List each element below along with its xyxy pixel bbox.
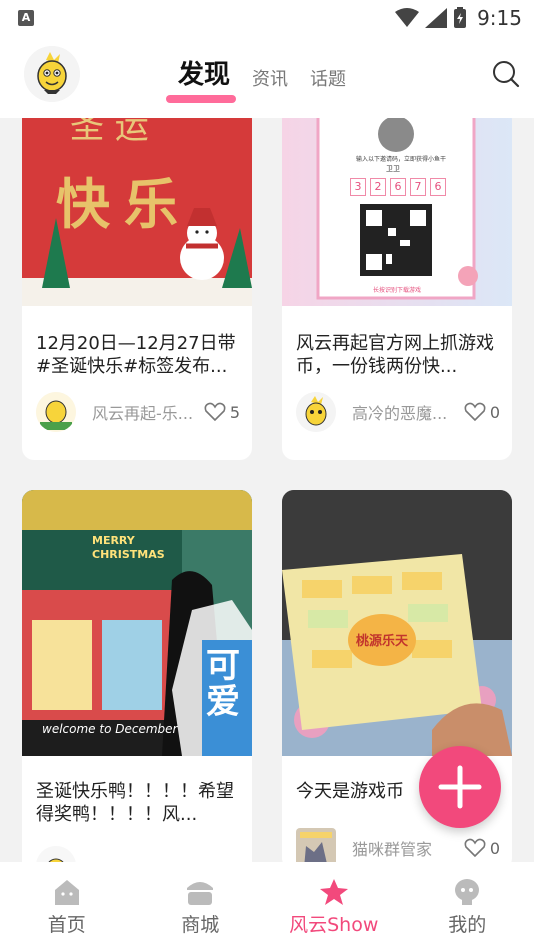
author-avatar[interactable] (296, 392, 336, 432)
invite-poster-image (282, 118, 512, 306)
nav-profile-label: 我的 (448, 914, 487, 936)
status-icons: 9:15 (395, 6, 522, 30)
profile-icon (455, 879, 480, 905)
invite-code-digit: 2 (370, 178, 386, 196)
heart-icon (464, 402, 486, 422)
invite-code-digit: 6 (390, 178, 406, 196)
nav-show-label: 风云Show (289, 914, 379, 936)
svg-text:圣 运: 圣 运 (70, 118, 149, 147)
active-tab-underline (166, 95, 237, 103)
card-image[interactable]: 桃源乐天 (282, 490, 512, 756)
mascot-avatar-icon (36, 846, 76, 862)
search-icon (493, 61, 520, 88)
star-icon (319, 879, 348, 905)
feed-card[interactable]: 输入以下邀请码，立即获得小鱼干 卫卫 3 2 6 7 6 长按识别下载游戏 风云… (282, 118, 512, 460)
like-count: 5 (229, 402, 240, 422)
header-tabs: 发现 资讯 话题 (166, 54, 346, 103)
cat-avatar-icon (296, 828, 336, 862)
card-meta: 高冷的恶魔... 0 (296, 392, 500, 432)
tab-news-label: 资讯 (252, 69, 289, 90)
heart-icon (204, 402, 226, 422)
plus-icon (438, 765, 482, 809)
card-meta (36, 846, 240, 862)
game-card-photo-image (282, 490, 512, 756)
tab-topics-label: 话题 (310, 69, 347, 90)
feed-card[interactable]: MERRY CHRISTMAS welcome to December 可爱 圣… (22, 490, 252, 862)
mascot-avatar-icon (296, 392, 336, 432)
card-title[interactable]: 圣诞快乐鸭！！！！希望得奖鸭！！！！风... (36, 780, 238, 826)
card-meta: 猫咪群管家 0 (296, 828, 500, 862)
card-title[interactable]: 12月20日—12月27日带#圣诞快乐#标签发布... (36, 332, 238, 378)
invite-name: 卫卫 (386, 165, 400, 173)
top-header: 发现 资讯 话题 (0, 38, 534, 118)
status-bar: A 9:15 (0, 0, 534, 38)
like-button[interactable]: 0 (464, 402, 500, 422)
home-icon (54, 880, 79, 905)
nav-show[interactable]: 风云Show (267, 862, 401, 950)
nav-shop[interactable]: 商城 (134, 862, 268, 950)
mascot-avatar-icon (24, 46, 80, 102)
nav-profile[interactable]: 我的 (401, 862, 534, 950)
invite-code-digit: 7 (410, 178, 426, 196)
signal-icon (425, 8, 448, 28)
battery-icon (454, 7, 467, 28)
bottom-navigation: 首页 商城 风云Show 我的 (0, 862, 534, 950)
notification-a-icon: A (18, 10, 34, 26)
author-name[interactable]: 猫咪群管家 (352, 836, 464, 860)
tab-news[interactable]: 资讯 (252, 65, 288, 91)
invite-button-text: 长按识别下载游戏 (372, 287, 421, 294)
like-count: 0 (489, 402, 500, 422)
nav-shop-label: 商城 (181, 914, 220, 936)
card-image[interactable]: MERRY CHRISTMAS welcome to December 可爱 (22, 490, 252, 756)
card-meta: 风云再起-乐... 5 (36, 392, 240, 432)
like-button[interactable]: 0 (464, 838, 500, 858)
status-time: 9:15 (477, 6, 522, 30)
author-avatar[interactable] (296, 828, 336, 862)
arcade-big-text: 可爱 (206, 646, 240, 722)
arcade-welcome-text: welcome to December (42, 722, 178, 736)
create-post-button[interactable] (419, 746, 501, 828)
card-image[interactable]: 圣 运 快乐 (22, 118, 252, 306)
user-avatar[interactable] (24, 46, 80, 102)
tab-topics[interactable]: 话题 (310, 65, 346, 91)
like-button[interactable]: 5 (204, 402, 240, 422)
tab-discover-label: 发现 (178, 60, 231, 90)
invite-caption: 输入以下邀请码，立即获得小鱼干 (355, 156, 446, 163)
author-name[interactable]: 高冷的恶魔... (352, 400, 464, 424)
author-avatar[interactable] (36, 392, 76, 432)
feed-card[interactable]: 圣 运 快乐 12月20日—12月27日带#圣诞快乐#标签发布... 风云再起-… (22, 118, 252, 460)
tab-discover[interactable]: 发现 (166, 54, 237, 103)
wifi-icon (395, 8, 420, 27)
card-title[interactable]: 风云再起官方网上抓游戏币，一份钱两份快... (296, 332, 498, 378)
arcade-banner-text: MERRY CHRISTMAS (92, 534, 165, 561)
invite-code: 3 2 6 7 6 (350, 178, 446, 196)
invite-code-digit: 3 (350, 178, 366, 196)
shop-icon (187, 882, 214, 905)
mascot-avatar-icon (36, 392, 76, 432)
search-button[interactable] (492, 60, 520, 88)
invite-code-digit: 6 (430, 178, 446, 196)
like-count: 0 (489, 838, 500, 858)
card-image[interactable]: 输入以下邀请码，立即获得小鱼干 卫卫 3 2 6 7 6 长按识别下载游戏 (282, 118, 512, 306)
nav-home-label: 首页 (47, 914, 86, 936)
heart-icon (464, 838, 486, 858)
game-card-logo-text: 桃源乐天 (356, 634, 409, 649)
card-image-text: 快乐 (56, 172, 192, 236)
author-avatar[interactable] (36, 846, 76, 862)
nav-home[interactable]: 首页 (0, 862, 134, 950)
author-name[interactable]: 风云再起-乐... (92, 400, 204, 424)
